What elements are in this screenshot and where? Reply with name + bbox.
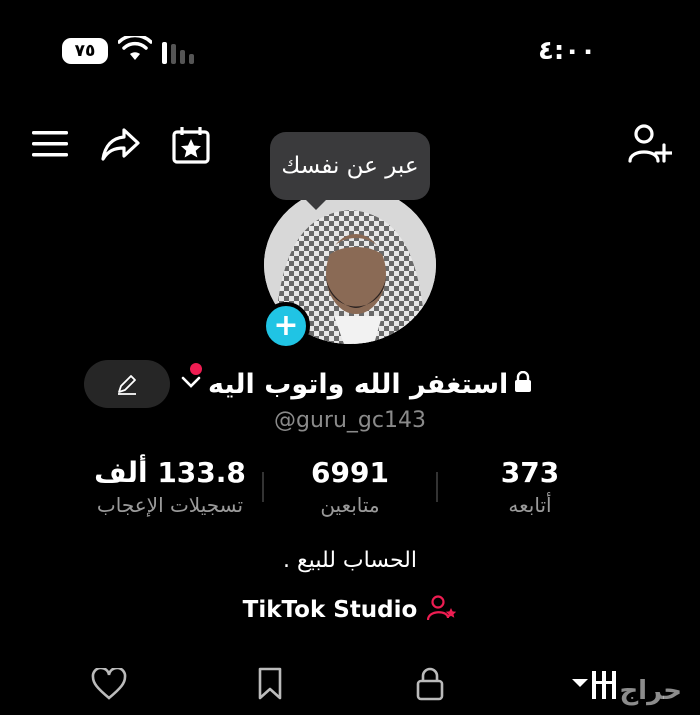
menu-icon[interactable]: [30, 128, 70, 160]
edit-profile-button[interactable]: [84, 360, 170, 408]
studio-label: TikTok Studio: [242, 597, 418, 623]
heart-icon[interactable]: [89, 664, 129, 704]
battery-level: ٧٥: [74, 41, 96, 61]
tooltip-text: عبر عن نفسك: [281, 153, 419, 179]
lock-icon: [514, 370, 532, 397]
stat-divider: [262, 472, 264, 502]
wifi-icon: [117, 33, 153, 68]
stat-divider: [436, 472, 438, 502]
stat-following[interactable]: 373 أتابعه: [470, 456, 590, 517]
calendar-star-icon[interactable]: [170, 124, 212, 166]
tiktok-studio-link[interactable]: TikTok Studio: [0, 594, 700, 626]
stat-likes: 133.8 ألف تسجيلات الإعجاب: [70, 456, 270, 517]
followers-count: 6991: [311, 456, 389, 489]
lock-icon[interactable]: [410, 664, 450, 704]
likes-count: 133.8 ألف: [94, 456, 246, 489]
profile-name-row[interactable]: استغفر الله واتوب اليه: [180, 364, 532, 404]
clock: ٤:٠٠: [537, 36, 596, 66]
followers-label: متابعين: [320, 493, 380, 517]
bookmark-icon[interactable]: [250, 664, 290, 704]
stat-followers[interactable]: 6991 متابعين: [280, 456, 420, 517]
following-count: 373: [500, 456, 560, 489]
cellular-signal-icon: [162, 38, 194, 64]
add-user-icon[interactable]: [628, 122, 672, 166]
likes-label: تسجيلات الإعجاب: [96, 493, 244, 517]
profile-name: استغفر الله واتوب اليه: [208, 368, 509, 400]
battery-indicator: ٧٥: [62, 38, 108, 64]
grid-icon[interactable]: [566, 664, 626, 704]
add-avatar-button[interactable]: +: [262, 302, 310, 350]
pencil-icon: [118, 375, 136, 395]
bio-tooltip[interactable]: عبر عن نفسك: [270, 132, 430, 210]
chevron-down-icon[interactable]: [180, 374, 202, 394]
following-label: أتابعه: [508, 493, 552, 517]
studio-user-star-icon: [427, 594, 457, 626]
profile-bio: الحساب للبيع .: [282, 548, 417, 573]
profile-handle: @guru_gc143: [274, 408, 426, 433]
haraj-watermark: حراج: [619, 676, 682, 706]
share-icon[interactable]: [100, 124, 142, 164]
